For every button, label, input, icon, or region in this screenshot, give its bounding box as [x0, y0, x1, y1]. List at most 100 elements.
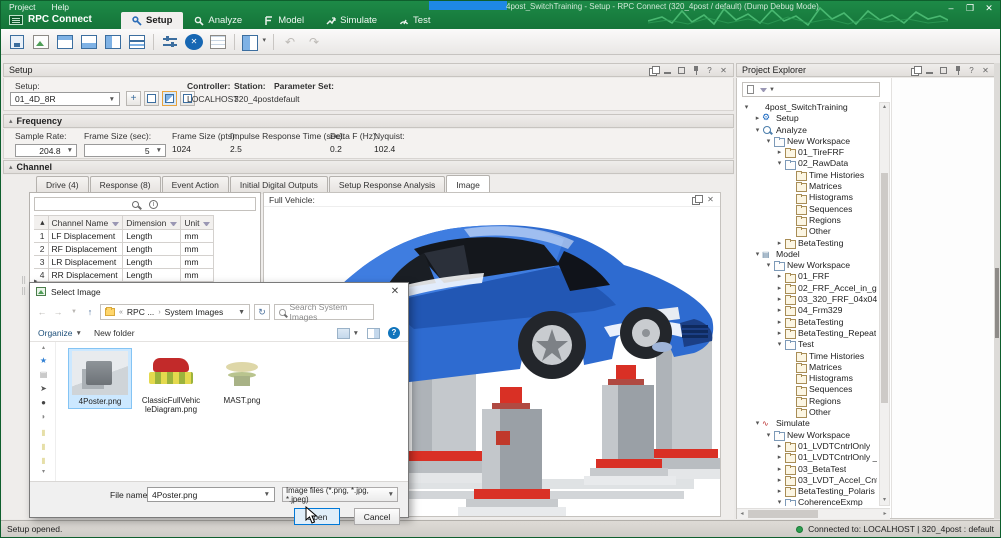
- float-image-icon[interactable]: [692, 195, 701, 204]
- tree-item[interactable]: Other: [739, 226, 877, 237]
- table-row[interactable]: 3 LR Displacement Length mm: [34, 256, 214, 269]
- breadcrumb-segment[interactable]: System Images: [165, 307, 224, 317]
- toolbar-icon[interactable]: [279, 32, 301, 52]
- dialog-search-box[interactable]: Search System Images: [274, 304, 374, 320]
- close-button[interactable]: ✕: [984, 3, 994, 14]
- tab-analyze[interactable]: Analyze: [183, 12, 253, 29]
- tree-item[interactable]: ▾ New Workspace: [739, 260, 877, 271]
- restore-button[interactable]: ❐: [965, 3, 975, 14]
- tree-item[interactable]: ▸ 01_TireFRF: [739, 147, 877, 158]
- tree-item[interactable]: ▾ Model: [739, 249, 877, 260]
- close-panel-icon[interactable]: ✕: [981, 66, 990, 75]
- tree-expander-icon[interactable]: ▸: [775, 271, 784, 282]
- tab-test[interactable]: Test: [388, 12, 441, 29]
- tree-item[interactable]: ▾ Analyze: [739, 125, 877, 136]
- tree-item[interactable]: ▸ 01_FRF: [739, 271, 877, 282]
- tab-setup[interactable]: Setup: [121, 12, 183, 29]
- file-item[interactable]: MAST.png: [210, 348, 274, 407]
- tree-item[interactable]: ▸ BetaTesting: [739, 317, 877, 328]
- tree-expander-icon[interactable]: ▸: [775, 486, 784, 497]
- tree-item[interactable]: ▸ BetaTesting_Polaris: [739, 486, 877, 497]
- places-sidebar[interactable]: ▴ ★ ▤ ➤ ● ◗ ▮ ▮ ▮ ▾: [30, 342, 56, 481]
- toolbar-icon[interactable]: [150, 32, 157, 52]
- pin-panel-icon[interactable]: [953, 66, 962, 75]
- frequency-section-header[interactable]: ▴ Frequency: [3, 114, 734, 128]
- channel-tab[interactable]: Image: [446, 175, 490, 193]
- float-panel-icon[interactable]: [649, 66, 658, 75]
- tree-item[interactable]: ▾ 4post_SwitchTraining: [739, 102, 877, 113]
- tree-item[interactable]: Sequences: [739, 204, 877, 215]
- tree-item[interactable]: ▸ 04_Frm329: [739, 305, 877, 316]
- tree-item[interactable]: ▸ 01_LVDTCntrlOnly: [739, 441, 877, 452]
- tree-vertical-scrollbar[interactable]: ▴ ▾: [879, 102, 890, 506]
- tree-item[interactable]: ▸ 01_LVDTCntrlOnly _T: [739, 452, 877, 463]
- file-item[interactable]: ClassicFullVehicleDiagram.png: [139, 348, 203, 416]
- breadcrumb-overflow[interactable]: «: [119, 309, 123, 316]
- tree-item[interactable]: ▾ New Workspace: [739, 430, 877, 441]
- minimize-button[interactable]: –: [946, 3, 956, 14]
- tree-item[interactable]: ▸ 03_320_FRF_04x04: [739, 294, 877, 305]
- cancel-button[interactable]: Cancel: [354, 508, 400, 525]
- preview-pane-icon[interactable]: [367, 328, 380, 339]
- table-row[interactable]: 1 LF Displacement Length mm: [34, 230, 214, 243]
- float-panel-icon[interactable]: [911, 66, 920, 75]
- toolbar-icon[interactable]: [78, 32, 100, 52]
- scroll-down-icon[interactable]: ▾: [39, 468, 48, 477]
- tree-expander-icon[interactable]: ▸: [775, 294, 784, 305]
- tree-item[interactable]: Regions: [739, 396, 877, 407]
- forward-icon[interactable]: →: [52, 307, 64, 317]
- toolbar-icon[interactable]: [126, 32, 148, 52]
- filter-dropdown[interactable]: ▼: [760, 87, 775, 93]
- tree-item[interactable]: ▾ CoherenceExmp: [739, 497, 877, 506]
- scrollbar-thumb[interactable]: [995, 268, 999, 338]
- setup-combobox[interactable]: 01_4D_8R▼: [10, 92, 120, 106]
- channel-search-box[interactable]: i: [34, 197, 256, 211]
- drag-handle[interactable]: ⣿: [21, 287, 25, 295]
- tree-expander-icon[interactable]: ▸: [753, 113, 762, 124]
- tree-expander-icon[interactable]: ▾: [764, 260, 773, 271]
- tree-expander-icon[interactable]: ▾: [753, 249, 762, 260]
- dimension-header[interactable]: Dimension: [123, 216, 181, 230]
- tree-item[interactable]: ▸ Setup: [739, 113, 877, 124]
- tree-expander-icon[interactable]: ▸: [775, 305, 784, 316]
- add-setup-button[interactable]: +: [126, 91, 141, 106]
- tree-expander-icon[interactable]: ▾: [775, 497, 784, 506]
- tree-expander-icon[interactable]: ▾: [775, 339, 784, 350]
- toggle-view-button[interactable]: [162, 91, 177, 106]
- tree-item[interactable]: Matrices: [739, 181, 877, 192]
- table-row[interactable]: 2 RF Displacement Length mm: [34, 243, 214, 256]
- sample-rate-combobox[interactable]: 204.8▼: [15, 144, 77, 157]
- toolbar-icon[interactable]: [102, 32, 124, 52]
- filter-icon[interactable]: [170, 222, 177, 226]
- tree-item[interactable]: Histograms: [739, 373, 877, 384]
- tree-expander-icon[interactable]: ▾: [764, 430, 773, 441]
- close-image-icon[interactable]: ✕: [706, 195, 715, 204]
- minimize-panel-icon[interactable]: [663, 66, 672, 75]
- tab-simulate[interactable]: Simulate: [315, 12, 388, 29]
- file-item[interactable]: 4Poster.png: [68, 348, 132, 409]
- tree-item[interactable]: ▾ 02_RawData: [739, 158, 877, 169]
- breadcrumb-segment[interactable]: RPC ...: [127, 307, 154, 317]
- close-panel-icon[interactable]: ✕: [719, 66, 728, 75]
- views-button[interactable]: ▼: [337, 328, 359, 339]
- toolbar-icon[interactable]: [231, 32, 238, 52]
- address-bar[interactable]: « RPC ... › System Images ▼: [100, 304, 250, 320]
- refresh-icon[interactable]: ↻: [254, 304, 270, 320]
- tree-item[interactable]: Time Histories: [739, 170, 877, 181]
- tree-expander-icon[interactable]: ▸: [775, 475, 784, 486]
- toolbar-icon[interactable]: [240, 32, 268, 52]
- tree-expander-icon[interactable]: ▸: [775, 328, 784, 339]
- minimize-panel-icon[interactable]: [925, 66, 934, 75]
- pin-panel-icon[interactable]: [691, 66, 700, 75]
- tree-horizontal-scrollbar[interactable]: ◂ ▸: [737, 508, 890, 519]
- toolbar-icon[interactable]: [30, 32, 52, 52]
- toolbar-icon[interactable]: [270, 32, 277, 52]
- channel-name-header[interactable]: Channel Name: [48, 216, 123, 230]
- tree-expander-icon[interactable]: ▸: [775, 317, 784, 328]
- tab-model[interactable]: Model: [253, 12, 315, 29]
- back-icon[interactable]: ←: [36, 307, 48, 317]
- tree-item[interactable]: ▸ BetaTesting: [739, 238, 877, 249]
- unit-header[interactable]: Unit: [181, 216, 214, 230]
- chevron-down-icon[interactable]: ▼: [238, 309, 245, 316]
- tree-expander-icon[interactable]: ▸: [775, 283, 784, 294]
